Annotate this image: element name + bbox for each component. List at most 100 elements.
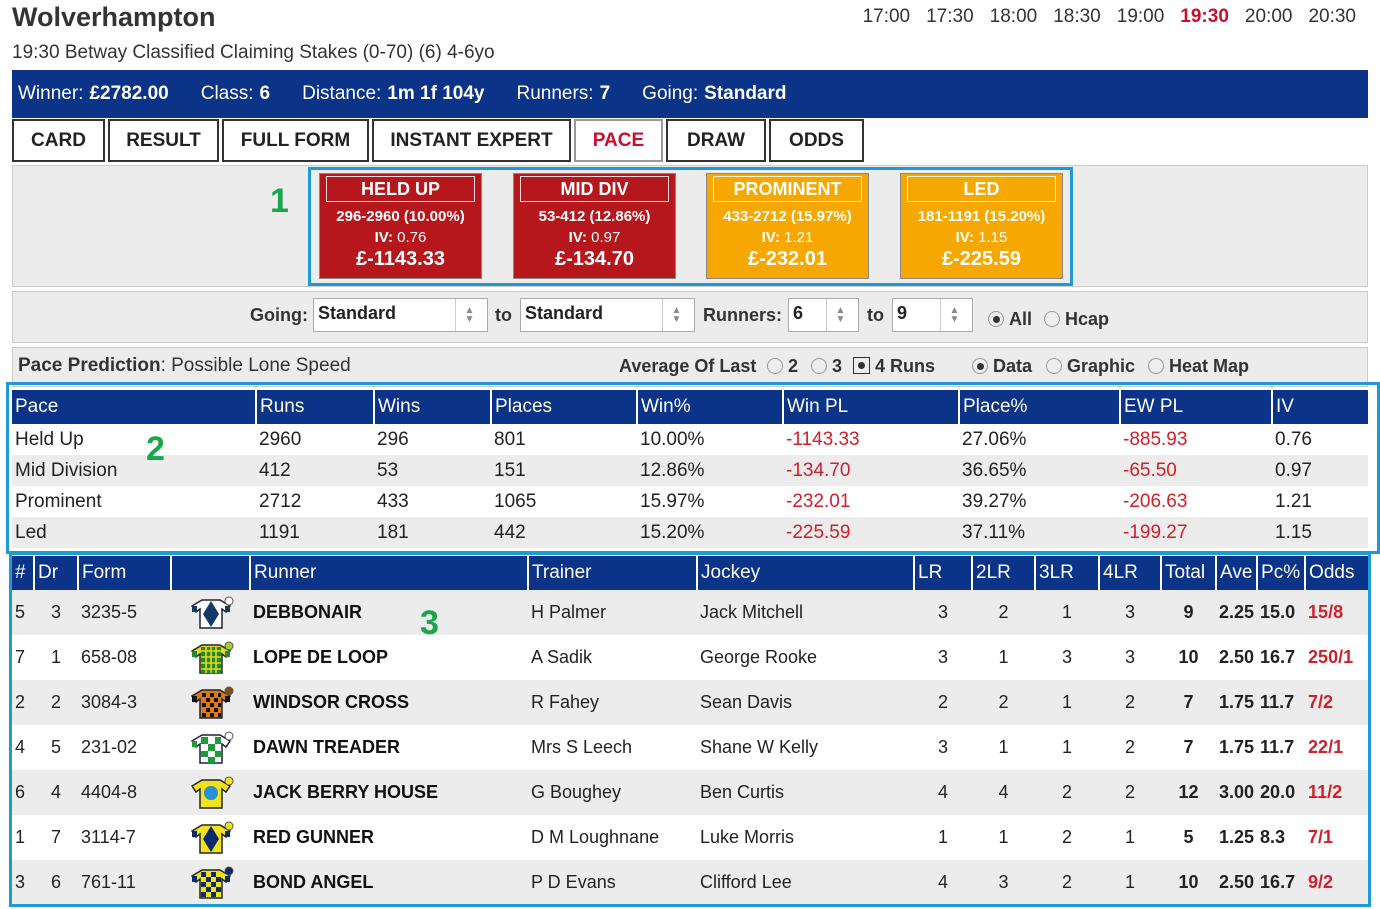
pace-box-record: 53-412 (12.86%) bbox=[538, 208, 651, 225]
pace-box-led[interactable]: LED 181-1191 (15.20%) IV: 1.15 £-225.59 bbox=[900, 173, 1063, 279]
iv-value: 0.76 bbox=[397, 229, 427, 246]
pace-box-iv: IV: 1.15 bbox=[901, 229, 1062, 246]
stepper-arrows-icon: ▲ ▼ bbox=[826, 299, 854, 331]
stepper-arrows-icon: ▲ ▼ bbox=[940, 299, 968, 331]
iv-value: 0.97 bbox=[591, 229, 621, 246]
going-to-label: to bbox=[495, 305, 512, 325]
going-filter-label: Going: bbox=[250, 305, 308, 325]
page: Wolverhampton 17:00 17:30 18:00 18:30 19… bbox=[0, 0, 1380, 909]
hcap-radio[interactable]: Hcap bbox=[1044, 309, 1109, 330]
radio-selected-icon bbox=[988, 311, 1004, 327]
iv-label: IV: bbox=[955, 229, 974, 246]
pace-box-record: 433-2712 (15.97%) bbox=[723, 208, 852, 225]
tab-pace[interactable]: PACE bbox=[574, 119, 663, 162]
iv-label: IV: bbox=[374, 229, 393, 246]
going-value: Standard bbox=[704, 83, 787, 104]
runners-table-highlight bbox=[9, 552, 1371, 907]
avg-3-radio[interactable]: 3 bbox=[811, 356, 842, 377]
tab-draw[interactable]: DRAW bbox=[666, 119, 766, 162]
radio-icon bbox=[811, 358, 827, 374]
view-heatmap-label: Heat Map bbox=[1169, 356, 1250, 376]
race-time-link-active[interactable]: 19:30 bbox=[1180, 6, 1229, 28]
race-time-link[interactable]: 19:00 bbox=[1117, 6, 1165, 28]
pace-box-held-up[interactable]: HELD UP 296-2960 (10.00%) IV: 0.76 £-114… bbox=[319, 173, 482, 279]
distance-label: Distance: bbox=[302, 83, 382, 104]
pace-box-mid-div[interactable]: MID DIV 53-412 (12.86%) IV: 0.97 £-134.7… bbox=[513, 173, 676, 279]
pace-box-title: MID DIV bbox=[520, 176, 669, 202]
tab-full-form[interactable]: FULL FORM bbox=[222, 119, 369, 162]
winner-info: Winner: £2782.00 bbox=[18, 83, 169, 105]
pace-box-iv: IV: 0.76 bbox=[320, 229, 481, 246]
hcap-label: Hcap bbox=[1065, 309, 1110, 329]
pace-box-title: LED bbox=[907, 176, 1056, 202]
runners-to-label: to bbox=[867, 305, 884, 325]
pace-prediction: Pace Prediction: Possible Lone Speed bbox=[18, 355, 351, 377]
distance-info: Distance: 1m 1f 104y bbox=[302, 83, 484, 105]
select-arrows-icon: ▲ ▼ bbox=[455, 299, 483, 331]
tab-odds[interactable]: ODDS bbox=[769, 119, 864, 162]
pace-box-title: PROMINENT bbox=[713, 176, 862, 202]
avg-4-radio[interactable]: 4 Runs bbox=[853, 356, 935, 377]
iv-label: IV: bbox=[568, 229, 587, 246]
view-graphic-label: Graphic bbox=[1067, 356, 1136, 376]
race-time-link[interactable]: 17:30 bbox=[926, 6, 974, 28]
pace-box-prominent[interactable]: PROMINENT 433-2712 (15.97%) IV: 1.21 £-2… bbox=[706, 173, 869, 279]
pace-box-record: 181-1191 (15.20%) bbox=[917, 208, 1046, 225]
radio-icon bbox=[1148, 358, 1164, 374]
going-label: Going: bbox=[642, 83, 699, 104]
pace-box-pl: £-225.59 bbox=[942, 248, 1021, 270]
pace-box-record: 296-2960 (10.00%) bbox=[336, 208, 465, 225]
annotation-marker-1: 1 bbox=[270, 182, 289, 220]
select-arrows-icon: ▲ ▼ bbox=[662, 299, 690, 331]
tab-result[interactable]: RESULT bbox=[108, 119, 219, 162]
tab-card[interactable]: CARD bbox=[12, 119, 105, 162]
runners-from-value: 6 bbox=[793, 303, 804, 323]
radio-icon bbox=[767, 358, 783, 374]
pace-box-iv: IV: 0.97 bbox=[514, 229, 675, 246]
race-time-link[interactable]: 20:30 bbox=[1308, 6, 1356, 28]
class-label: Class: bbox=[200, 83, 254, 104]
class-value: 6 bbox=[259, 83, 271, 104]
going-from-select[interactable]: Standard ▲ ▼ bbox=[313, 298, 488, 332]
race-time-nav: 17:00 17:30 18:00 18:30 19:00 19:30 20:0… bbox=[863, 6, 1356, 28]
radio-selected-icon bbox=[853, 357, 870, 374]
avg-2-radio[interactable]: 2 bbox=[767, 356, 798, 377]
winner-label: Winner: bbox=[18, 83, 84, 104]
pace-box-pl: £-232.01 bbox=[748, 248, 827, 270]
race-tabs: CARD RESULT FULL FORM INSTANT EXPERT PAC… bbox=[12, 119, 864, 162]
view-heatmap-radio[interactable]: Heat Map bbox=[1148, 356, 1249, 377]
tab-instant-expert[interactable]: INSTANT EXPERT bbox=[372, 119, 571, 162]
going-from-value: Standard bbox=[318, 303, 397, 323]
runners-filter-label: Runners: bbox=[703, 305, 783, 325]
runners-to-value: 9 bbox=[897, 303, 908, 323]
view-data-label: Data bbox=[993, 356, 1033, 376]
going-to-select[interactable]: Standard ▲ ▼ bbox=[520, 298, 695, 332]
winner-value: £2782.00 bbox=[89, 83, 169, 104]
all-radio[interactable]: All bbox=[988, 309, 1032, 330]
race-time-link[interactable]: 18:00 bbox=[990, 6, 1038, 28]
pace-box-pl: £-134.70 bbox=[555, 248, 634, 270]
race-time-link[interactable]: 17:00 bbox=[863, 6, 911, 28]
class-info: Class: 6 bbox=[201, 83, 270, 105]
runners-value: 7 bbox=[599, 83, 611, 104]
all-label: All bbox=[1009, 309, 1033, 329]
iv-value: 1.15 bbox=[978, 229, 1008, 246]
annotation-marker-2: 2 bbox=[146, 430, 165, 468]
race-title: 19:30 Betway Classified Claiming Stakes … bbox=[12, 42, 495, 63]
runners-to-stepper[interactable]: 9 ▲ ▼ bbox=[892, 298, 973, 332]
view-data-radio[interactable]: Data bbox=[972, 356, 1032, 377]
pace-prediction-label: Pace Prediction bbox=[18, 355, 161, 376]
avg-3-label: 3 bbox=[832, 356, 843, 376]
race-time-link[interactable]: 20:00 bbox=[1245, 6, 1293, 28]
pace-box-title: HELD UP bbox=[326, 176, 475, 202]
avg-2-label: 2 bbox=[788, 356, 799, 376]
view-graphic-radio[interactable]: Graphic bbox=[1046, 356, 1135, 377]
race-time-link[interactable]: 18:30 bbox=[1053, 6, 1101, 28]
pace-prediction-value: : Possible Lone Speed bbox=[160, 355, 351, 376]
radio-icon bbox=[1046, 358, 1062, 374]
radio-selected-icon bbox=[972, 358, 988, 374]
runners-info: Runners: 7 bbox=[516, 83, 610, 105]
runners-from-stepper[interactable]: 6 ▲ ▼ bbox=[788, 298, 859, 332]
runners-label: Runners: bbox=[516, 83, 594, 104]
radio-icon bbox=[1044, 311, 1060, 327]
